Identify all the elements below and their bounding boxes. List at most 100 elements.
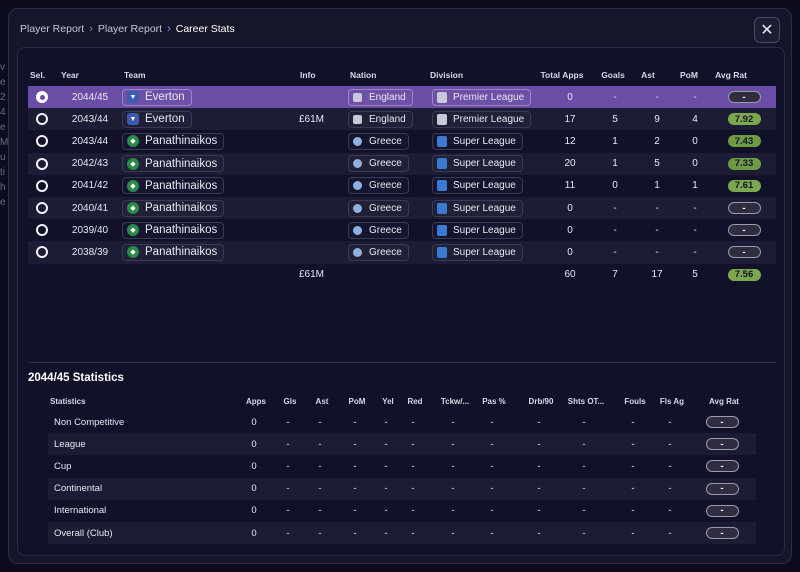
info-cell: £61M bbox=[298, 113, 324, 125]
stat-pom: - bbox=[353, 483, 357, 495]
career-row[interactable]: 2043/44 ◆ Panathinaikos Greece Super League 1… bbox=[28, 130, 776, 152]
nation-chip[interactable]: Greece bbox=[348, 155, 409, 173]
nation-chip[interactable]: Greece bbox=[348, 199, 409, 217]
header-ast[interactable]: Ast bbox=[633, 64, 663, 86]
stats-header-drb[interactable]: Drb/90 bbox=[516, 391, 566, 411]
division-chip[interactable]: Super League bbox=[432, 243, 523, 261]
stats-header-yel[interactable]: Yel bbox=[378, 391, 398, 411]
select-cell[interactable] bbox=[36, 153, 52, 175]
nation-chip[interactable]: Greece bbox=[348, 243, 409, 261]
stats-header-avg-rat[interactable]: Avg Rat bbox=[700, 391, 748, 411]
team-chip[interactable]: ◆ Panathinaikos bbox=[122, 221, 225, 239]
breadcrumb-item-player-report[interactable]: Player Report bbox=[20, 23, 84, 35]
career-row[interactable]: 2044/45 ▼ Everton England Premier League 0 - - -… bbox=[28, 86, 776, 109]
nation-chip[interactable]: Greece bbox=[348, 132, 409, 150]
stats-header-fouls[interactable]: Fouls bbox=[620, 391, 650, 411]
stats-header-tckw[interactable]: Tckw/... bbox=[432, 391, 478, 411]
team-chip[interactable]: ▼ Everton bbox=[122, 88, 192, 106]
nation-name: Greece bbox=[369, 158, 402, 170]
select-radio[interactable] bbox=[36, 91, 48, 104]
stats-header-pas[interactable]: Pas % bbox=[476, 391, 512, 411]
select-cell[interactable] bbox=[36, 219, 52, 241]
nation-chip[interactable]: England bbox=[348, 110, 413, 128]
division-chip[interactable]: Super League bbox=[432, 221, 523, 239]
career-row[interactable]: 2040/41 ◆ Panathinaikos Greece Super League 0… bbox=[28, 196, 776, 220]
breadcrumb-item-player-report-2[interactable]: Player Report bbox=[98, 23, 162, 35]
stats-header-statistics[interactable]: Statistics bbox=[50, 391, 110, 411]
statistics-row: League 0 - - - - - - - - - - - - bbox=[48, 433, 756, 456]
stats-header-pom[interactable]: PoM bbox=[341, 391, 373, 411]
rating-badge: 7.61 bbox=[727, 179, 761, 192]
division-chip[interactable]: Super League bbox=[432, 199, 523, 217]
header-total-apps[interactable]: Total Apps bbox=[532, 64, 592, 86]
career-row[interactable]: 2042/43 ◆ Panathinaikos Greece Super League 2… bbox=[28, 152, 776, 175]
stats-header-shts[interactable]: Shts OT... bbox=[560, 391, 612, 411]
stats-header-gls[interactable]: Gls bbox=[280, 391, 300, 411]
header-year[interactable]: Year bbox=[61, 64, 101, 86]
select-cell[interactable] bbox=[36, 130, 52, 152]
stat-drb: - bbox=[537, 438, 541, 450]
team-chip[interactable]: ◆ Panathinaikos bbox=[122, 243, 225, 261]
goals-cell: 5 bbox=[612, 113, 618, 125]
stats-header-apps[interactable]: Apps bbox=[238, 391, 274, 411]
select-radio[interactable] bbox=[36, 224, 48, 237]
select-radio[interactable] bbox=[36, 202, 48, 215]
select-cell[interactable] bbox=[36, 197, 52, 219]
nation-name: Greece bbox=[369, 246, 402, 258]
division-chip[interactable]: Super League bbox=[432, 155, 523, 173]
header-avg-rat[interactable]: Avg Rat bbox=[711, 64, 751, 86]
select-radio[interactable] bbox=[36, 157, 48, 170]
career-row[interactable]: 2038/39 ◆ Panathinaikos Greece Super League 0… bbox=[28, 241, 776, 264]
select-radio[interactable] bbox=[36, 179, 48, 192]
select-cell[interactable] bbox=[36, 175, 52, 197]
header-pom[interactable]: PoM bbox=[674, 64, 704, 86]
stat-red: - bbox=[411, 527, 415, 539]
stats-header-ast[interactable]: Ast bbox=[312, 391, 332, 411]
header-nation[interactable]: Nation bbox=[350, 64, 410, 86]
team-chip[interactable]: ▼ Everton bbox=[122, 110, 192, 128]
stats-header-red[interactable]: Red bbox=[405, 391, 425, 411]
header-info[interactable]: Info bbox=[300, 64, 340, 86]
select-cell[interactable] bbox=[36, 86, 52, 108]
division-chip[interactable]: Super League bbox=[432, 177, 523, 195]
nation-name: Greece bbox=[369, 202, 402, 214]
division-chip[interactable]: Premier League bbox=[432, 110, 532, 128]
career-row[interactable]: 2043/44 ▼ Everton £61M England Premier League… bbox=[28, 108, 776, 131]
team-chip[interactable]: ◆ Panathinaikos bbox=[122, 199, 225, 217]
select-radio[interactable] bbox=[36, 113, 48, 126]
pom-cell: - bbox=[693, 224, 697, 236]
team-chip[interactable]: ◆ Panathinaikos bbox=[122, 132, 225, 150]
nation-chip[interactable]: Greece bbox=[348, 221, 409, 239]
select-cell[interactable] bbox=[36, 108, 52, 130]
header-sel[interactable]: Sel. bbox=[30, 64, 52, 86]
stats-header-fls-ag[interactable]: Fls Ag bbox=[654, 391, 690, 411]
stat-apps: 0 bbox=[251, 460, 257, 472]
pom-cell: 4 bbox=[692, 113, 698, 125]
total-ast: 17 bbox=[651, 269, 663, 281]
team-name: Panathinaikos bbox=[145, 135, 218, 148]
career-row[interactable]: 2039/40 ◆ Panathinaikos Greece Super League 0… bbox=[28, 219, 776, 241]
nation-chip[interactable]: England bbox=[348, 88, 413, 106]
team-chip[interactable]: ◆ Panathinaikos bbox=[122, 155, 225, 173]
close-button[interactable]: ✕ bbox=[754, 17, 780, 43]
select-radio[interactable] bbox=[36, 135, 48, 148]
career-row[interactable]: 2041/42 ◆ Panathinaikos Greece Super League 1… bbox=[28, 175, 776, 197]
header-division[interactable]: Division bbox=[430, 64, 490, 86]
division-chip[interactable]: Super League bbox=[432, 132, 523, 150]
goals-cell: 0 bbox=[612, 180, 618, 192]
year-cell: 2043/44 bbox=[71, 113, 109, 125]
header-team[interactable]: Team bbox=[124, 64, 184, 86]
nation-name: England bbox=[369, 113, 406, 125]
everton-crest-icon: ▼ bbox=[127, 91, 139, 104]
stat-fouls: - bbox=[631, 438, 635, 450]
division-chip[interactable]: Premier League bbox=[432, 88, 532, 106]
team-chip[interactable]: ◆ Panathinaikos bbox=[122, 177, 225, 195]
stat-red: - bbox=[411, 505, 415, 517]
nation-chip[interactable]: Greece bbox=[348, 177, 409, 195]
total-apps: 60 bbox=[564, 269, 576, 281]
stat-tckw: - bbox=[451, 460, 455, 472]
select-radio[interactable] bbox=[36, 246, 48, 259]
header-goals[interactable]: Goals bbox=[598, 64, 628, 86]
stat-ast: - bbox=[318, 505, 322, 517]
select-cell[interactable] bbox=[36, 241, 52, 263]
